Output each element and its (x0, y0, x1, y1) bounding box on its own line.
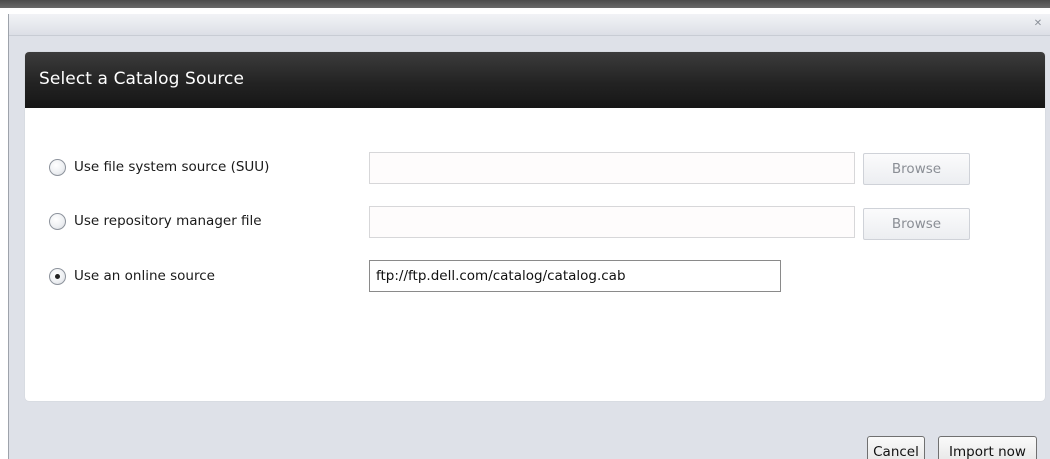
cancel-button[interactable]: Cancel (867, 436, 925, 459)
radio-button-icon[interactable] (49, 158, 66, 176)
option-label-online-source: Use an online source (74, 268, 215, 284)
content-panel: Select a Catalog Source Use file system … (25, 52, 1045, 401)
browse-file-system-button[interactable]: Browse (863, 153, 970, 185)
dialog-title: Select a Catalog Source (39, 69, 245, 89)
dialog-header: Select a Catalog Source (25, 52, 1045, 108)
browse-repository-manager-button[interactable]: Browse (863, 208, 970, 240)
online-source-url-field[interactable] (369, 260, 781, 292)
option-label-file-system: Use file system source (SUU) (74, 159, 270, 175)
option-label-repository-manager: Use repository manager file (74, 213, 262, 229)
dialog-titlebar: ✕ (9, 14, 1050, 36)
radio-option-file-system[interactable]: Use file system source (SUU) (49, 157, 269, 177)
repository-manager-path-field[interactable] (369, 206, 855, 238)
window-top-edge (0, 0, 1050, 8)
radio-button-icon[interactable] (49, 212, 66, 230)
radio-button-icon[interactable] (49, 267, 66, 285)
close-icon[interactable]: ✕ (1031, 17, 1045, 31)
radio-option-repository-manager[interactable]: Use repository manager file (49, 211, 262, 231)
catalog-source-dialog: ✕ Select a Catalog Source Use file syste… (8, 14, 1050, 459)
screen: ✕ Select a Catalog Source Use file syste… (0, 0, 1050, 459)
import-now-button[interactable]: Import now (938, 436, 1037, 459)
radio-option-online-source[interactable]: Use an online source (49, 266, 215, 286)
file-system-path-field[interactable] (369, 152, 855, 184)
